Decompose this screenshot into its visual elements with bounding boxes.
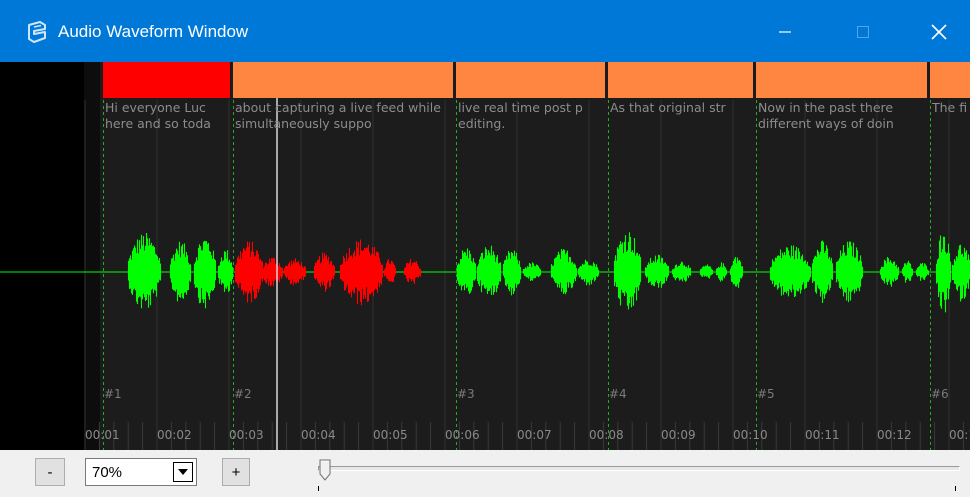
timeline-label: 00:12 xyxy=(877,428,912,442)
segment-number: #5 xyxy=(757,387,775,401)
zoom-out-button[interactable]: - xyxy=(35,458,65,486)
zoom-select[interactable]: 70% xyxy=(85,458,197,486)
waveform-area[interactable]: Hi everyone Luc here and so toda about c… xyxy=(0,62,970,450)
timeline-label: 00:03 xyxy=(229,428,264,442)
segment-bar[interactable] xyxy=(756,62,927,98)
window-title: Audio Waveform Window xyxy=(58,22,249,41)
scroll-slider-thumb[interactable] xyxy=(319,459,331,481)
minimize-icon xyxy=(779,31,791,33)
timeline-label: 00:01 xyxy=(85,428,120,442)
segment-number: #1 xyxy=(104,387,122,401)
segment-transcript[interactable]: live real time post p editing. xyxy=(456,100,608,140)
segment-transcript[interactable]: Now in the past there different ways of … xyxy=(756,100,930,140)
segment-transcript[interactable]: Hi everyone Luc here and so toda xyxy=(103,100,233,140)
close-icon xyxy=(931,24,947,40)
zoom-value: 70% xyxy=(92,464,123,481)
timeline-label: 00:02 xyxy=(157,428,192,442)
segment-number: #4 xyxy=(609,387,627,401)
segment-bar[interactable] xyxy=(608,62,753,98)
zoom-in-button[interactable]: + xyxy=(222,458,250,486)
timeline-label: 00:1 xyxy=(949,428,970,442)
timeline-label: 00:11 xyxy=(805,428,840,442)
segment-transcript[interactable]: The fi xyxy=(930,100,970,140)
timeline-label: 00:10 xyxy=(733,428,768,442)
zoom-dropdown-button[interactable] xyxy=(173,462,193,482)
waveform-selected xyxy=(234,239,422,306)
segment-bar[interactable] xyxy=(103,62,230,98)
close-button[interactable] xyxy=(916,10,962,54)
chevron-down-icon xyxy=(178,469,188,475)
segment-number: #6 xyxy=(931,387,949,401)
segment-number: #3 xyxy=(457,387,475,401)
segment-transcript[interactable]: about capturing a live feed while simult… xyxy=(233,100,456,140)
slider-tick-end xyxy=(955,486,956,491)
segment-transcript[interactable]: As that original str xyxy=(608,100,756,140)
slider-tick-start xyxy=(318,486,319,491)
timeline-label: 00:06 xyxy=(445,428,480,442)
segment-bar[interactable] xyxy=(456,62,605,98)
audio-waveform-window: Audio Waveform Window Hi everyone Luc he… xyxy=(0,0,970,497)
segment-bar[interactable] xyxy=(233,62,453,98)
timeline-label: 00:05 xyxy=(373,428,408,442)
segment-bar[interactable] xyxy=(930,62,970,98)
timeline-label: 00:04 xyxy=(301,428,336,442)
maximize-icon xyxy=(857,26,869,38)
minimize-button[interactable] xyxy=(762,10,808,54)
app-icon xyxy=(28,21,46,43)
timeline-label: 00:09 xyxy=(661,428,696,442)
segment-number: #2 xyxy=(234,387,252,401)
scroll-slider-track[interactable] xyxy=(318,466,960,471)
timeline-label: 00:08 xyxy=(589,428,624,442)
timeline-label: 00:07 xyxy=(517,428,552,442)
title-bar[interactable]: Audio Waveform Window xyxy=(0,0,970,62)
maximize-button[interactable] xyxy=(840,10,886,54)
